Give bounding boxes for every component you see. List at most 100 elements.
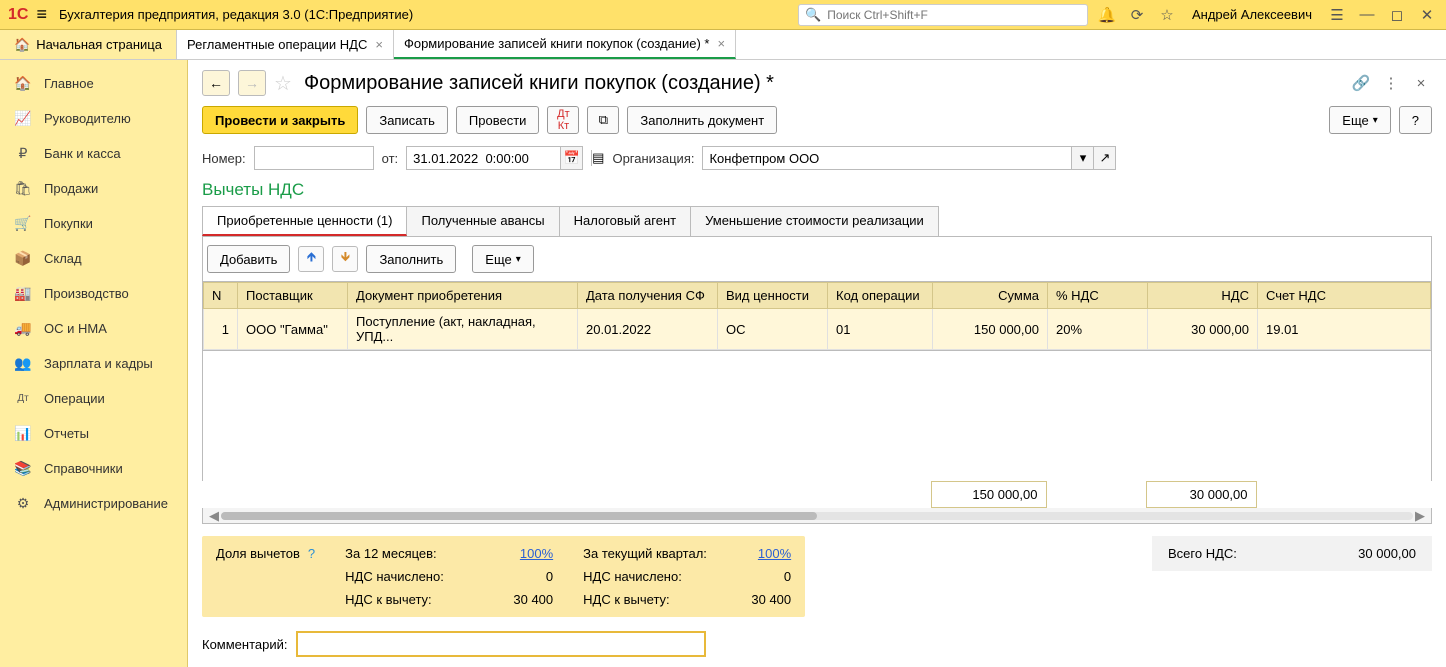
dropdown-icon[interactable]: ▾ <box>1072 146 1094 170</box>
col-date[interactable]: Дата получения СФ <box>578 283 718 309</box>
help-icon[interactable]: ? <box>308 546 315 561</box>
col-nds[interactable]: НДС <box>1148 283 1258 309</box>
move-up-button[interactable]: 🡹 <box>298 246 324 272</box>
add-row-button[interactable]: Добавить <box>207 245 290 273</box>
cell-nds: 30 000,00 <box>1148 309 1258 350</box>
menu-icon[interactable]: ≡ <box>36 4 47 25</box>
settings-icon[interactable]: ☰ <box>1326 6 1348 24</box>
subtab-reduction[interactable]: Уменьшение стоимости реализации <box>690 206 939 236</box>
cell-code: 01 <box>828 309 933 350</box>
sidebar-item-warehouse[interactable]: 📦Склад <box>0 241 187 276</box>
close-window-icon[interactable]: ✕ <box>1416 6 1438 24</box>
minimize-icon[interactable]: — <box>1356 6 1378 23</box>
help-button[interactable]: ? <box>1399 106 1432 134</box>
ruble-icon: ₽ <box>14 145 32 162</box>
sidebar: 🏠 Главное 📈Руководителю ₽Банк и касса 🛍Пр… <box>0 60 188 667</box>
organization-input[interactable] <box>702 146 1072 170</box>
close-page-icon[interactable]: × <box>1410 75 1432 92</box>
related-docs-button[interactable]: ⧉ <box>587 106 619 134</box>
table-row[interactable]: 1 ООО "Гамма" Поступление (акт, накладна… <box>204 309 1431 350</box>
more-button[interactable]: Еще <box>1329 106 1390 134</box>
subtab-tax-agent[interactable]: Налоговый агент <box>559 206 691 236</box>
horizontal-scrollbar[interactable]: ◀ ▶ <box>202 508 1432 524</box>
sidebar-item-label: Руководителю <box>44 111 131 126</box>
home-tab-label: Начальная страница <box>36 37 162 52</box>
sidebar-item-purchases[interactable]: 🛒Покупки <box>0 206 187 241</box>
sidebar-item-label: Справочники <box>44 461 123 476</box>
sidebar-item-label: ОС и НМА <box>44 321 107 336</box>
number-input[interactable] <box>254 146 374 170</box>
col-rate[interactable]: % НДС <box>1048 283 1148 309</box>
sidebar-item-label: Производство <box>44 286 129 301</box>
nav-back-button[interactable]: ← <box>202 70 230 96</box>
sidebar-item-assets[interactable]: 🚚ОС и НМА <box>0 311 187 346</box>
cell-supplier: ООО "Гамма" <box>238 309 348 350</box>
calendar-icon[interactable]: 📅 <box>561 146 583 170</box>
fill-button[interactable]: Заполнить <box>366 245 456 273</box>
move-down-button[interactable]: 🡻 <box>332 246 358 272</box>
table-header-row: N Поставщик Документ приобретения Дата п… <box>204 283 1431 309</box>
col-doc[interactable]: Документ приобретения <box>348 283 578 309</box>
section-title: Вычеты НДС <box>202 180 1432 200</box>
close-icon[interactable]: × <box>717 36 725 51</box>
twelve-percent-link[interactable]: 100% <box>483 546 553 561</box>
table-more-button[interactable]: Еще <box>472 245 533 273</box>
star-icon[interactable]: ☆ <box>1156 6 1178 24</box>
sidebar-item-reports[interactable]: 📊Отчеты <box>0 416 187 451</box>
sidebar-item-catalogs[interactable]: 📚Справочники <box>0 451 187 486</box>
close-icon[interactable]: × <box>375 37 383 52</box>
col-kind[interactable]: Вид ценности <box>718 283 828 309</box>
sidebar-item-sales[interactable]: 🛍Продажи <box>0 171 187 206</box>
search-input[interactable] <box>827 8 1081 22</box>
save-button[interactable]: Записать <box>366 106 448 134</box>
comment-input[interactable] <box>296 631 706 657</box>
gear-icon: ⚙ <box>14 495 32 512</box>
dt-kt-button[interactable]: ДтКт <box>547 106 579 134</box>
sidebar-item-manager[interactable]: 📈Руководителю <box>0 101 187 136</box>
sidebar-item-hr[interactable]: 👥Зарплата и кадры <box>0 346 187 381</box>
user-name[interactable]: Андрей Алексеевич <box>1192 7 1312 22</box>
date-input[interactable] <box>406 146 561 170</box>
subtab-advances[interactable]: Полученные авансы <box>406 206 559 236</box>
col-supplier[interactable]: Поставщик <box>238 283 348 309</box>
bell-icon[interactable]: 🔔 <box>1096 6 1118 24</box>
scroll-right-icon[interactable]: ▶ <box>1413 508 1427 524</box>
doc-tab-1[interactable]: Формирование записей книги покупок (созд… <box>394 30 736 59</box>
quarter-charged-label: НДС начислено: <box>583 569 713 584</box>
sidebar-item-main[interactable]: 🏠 Главное <box>0 66 187 101</box>
global-search[interactable]: 🔍 <box>798 4 1088 26</box>
col-acct[interactable]: Счет НДС <box>1258 283 1431 309</box>
app-title: Бухгалтерия предприятия, редакция 3.0 (1… <box>59 7 413 22</box>
quarter-percent-link[interactable]: 100% <box>721 546 791 561</box>
sidebar-item-operations[interactable]: ДтОперации <box>0 381 187 416</box>
maximize-icon[interactable]: ◻ <box>1386 6 1408 24</box>
link-icon[interactable]: 🔗 <box>1350 74 1372 92</box>
col-code[interactable]: Код операции <box>828 283 933 309</box>
list-icon[interactable]: ▤ <box>591 150 604 166</box>
quarter-title: За текущий квартал: <box>583 546 713 561</box>
scroll-left-icon[interactable]: ◀ <box>207 508 221 524</box>
col-sum[interactable]: Сумма <box>933 283 1048 309</box>
home-icon: 🏠 <box>14 75 32 92</box>
sidebar-item-production[interactable]: 🏭Производство <box>0 276 187 311</box>
subtab-acquired[interactable]: Приобретенные ценности (1) <box>202 206 407 236</box>
submit-button[interactable]: Провести <box>456 106 540 134</box>
col-n[interactable]: N <box>204 283 238 309</box>
history-icon[interactable]: ⟳ <box>1126 6 1148 24</box>
twelve-charged-label: НДС начислено: <box>345 569 475 584</box>
doc-tab-0-label: Регламентные операции НДС <box>187 37 367 52</box>
sidebar-item-admin[interactable]: ⚙Администрирование <box>0 486 187 521</box>
nav-forward-button[interactable]: → <box>238 70 266 96</box>
fill-document-button[interactable]: Заполнить документ <box>627 106 777 134</box>
table-empty-area <box>202 351 1432 481</box>
home-tab[interactable]: 🏠 Начальная страница <box>0 30 177 59</box>
favorite-star-icon[interactable]: ☆ <box>274 71 292 96</box>
kebab-icon[interactable]: ⋮ <box>1380 74 1402 92</box>
open-icon[interactable]: ↗ <box>1094 146 1116 170</box>
doc-tab-0[interactable]: Регламентные операции НДС × <box>177 30 394 59</box>
cell-n: 1 <box>204 309 238 350</box>
sidebar-item-label: Покупки <box>44 216 93 231</box>
submit-and-close-button[interactable]: Провести и закрыть <box>202 106 358 134</box>
sidebar-item-label: Главное <box>44 76 94 91</box>
sidebar-item-bank[interactable]: ₽Банк и касса <box>0 136 187 171</box>
